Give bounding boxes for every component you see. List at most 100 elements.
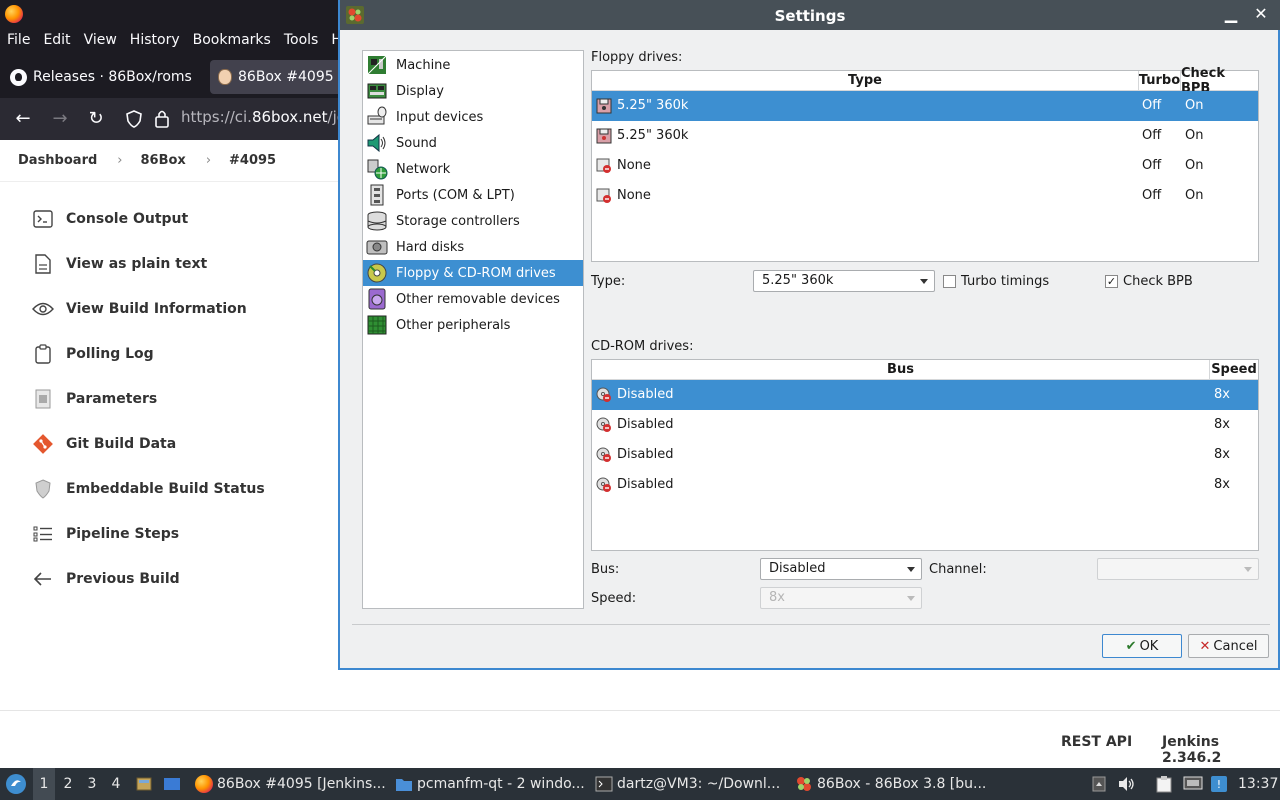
column-header-check-bpb[interactable]: Check BPB — [1181, 66, 1258, 96]
cdrom-channel-select[interactable] — [1097, 558, 1259, 580]
sidebar-item-parameters[interactable]: Parameters — [0, 376, 340, 421]
sidebar-item-console-output[interactable]: Console Output — [0, 196, 340, 241]
workspace-3[interactable]: 3 — [81, 768, 103, 800]
close-icon[interactable]: ✕ — [1250, 3, 1272, 25]
menu-bookmarks[interactable]: Bookmarks — [186, 32, 277, 48]
menu-file[interactable]: File — [0, 32, 36, 48]
column-header-bus[interactable]: Bus — [592, 360, 1210, 380]
cdrom-bus-select[interactable]: Disabled — [760, 558, 922, 580]
workspace-2[interactable]: 2 — [57, 768, 79, 800]
chevron-right-icon: › — [205, 153, 212, 168]
eye-icon — [32, 298, 54, 320]
taskbar: 1 2 3 4 86Box #4095 [Jenkins... pcmanfm-… — [0, 768, 1280, 800]
category-ports[interactable]: Ports (COM & LPT) — [363, 182, 583, 208]
start-menu-icon[interactable] — [5, 768, 27, 800]
task-firefox[interactable]: 86Box #4095 [Jenkins... — [195, 768, 387, 800]
category-machine[interactable]: Machine — [363, 52, 583, 78]
url-bar[interactable]: https://ci.86box.net/jo — [181, 108, 346, 126]
workspace-1[interactable]: 1 — [33, 768, 55, 800]
rest-api-link[interactable]: REST API — [1061, 734, 1132, 750]
sidebar-item-pipeline-steps[interactable]: Pipeline Steps — [0, 511, 340, 556]
breadcrumb-build[interactable]: #4095 — [229, 153, 276, 168]
cdrom-row[interactable]: Disabled 8x — [592, 440, 1258, 470]
floppy-cdrom-icon — [367, 263, 387, 283]
menu-history[interactable]: History — [123, 32, 186, 48]
cdrom-row[interactable]: Disabled 8x — [592, 410, 1258, 440]
lock-icon[interactable] — [154, 109, 170, 128]
breadcrumb-86box[interactable]: 86Box — [141, 153, 186, 168]
cdrom-row[interactable]: Disabled 8x — [592, 470, 1258, 500]
breadcrumb: Dashboard › 86Box › #4095 — [0, 140, 340, 182]
window-list-icon[interactable] — [163, 768, 181, 800]
tab-title: 86Box #4095 [ — [238, 69, 344, 85]
category-hard-disks[interactable]: Hard disks — [363, 234, 583, 260]
sidebar-item-build-information[interactable]: View Build Information — [0, 286, 340, 331]
column-header-turbo[interactable]: Turbo — [1139, 71, 1181, 91]
tab-releases[interactable]: Releases · 86Box/roms — [4, 60, 200, 94]
cdrom-row[interactable]: Disabled 8x — [592, 380, 1258, 410]
category-other-peripherals[interactable]: Other peripherals — [363, 312, 583, 338]
task-86box[interactable]: 86Box - 86Box 3.8 [bu... — [795, 768, 987, 800]
minimize-icon[interactable]: ▁ — [1220, 3, 1242, 25]
sidebar-item-polling-log[interactable]: Polling Log — [0, 331, 340, 376]
category-input-devices[interactable]: Input devices — [363, 104, 583, 130]
check-bpb-checkbox[interactable]: ✓ — [1105, 275, 1118, 288]
cdrom-speed-label: Speed: — [591, 591, 637, 606]
terminal-icon — [595, 776, 613, 792]
floppy-row[interactable]: None Off On — [592, 181, 1258, 211]
tray-menu-icon[interactable] — [1092, 768, 1106, 800]
storage-icon — [367, 211, 387, 231]
svg-text:!: ! — [1217, 778, 1221, 791]
back-arrow-icon[interactable]: ← — [10, 106, 36, 132]
floppy-disabled-icon — [596, 158, 611, 173]
sidebar-item-embeddable-status[interactable]: Embeddable Build Status — [0, 466, 340, 511]
category-sound[interactable]: Sound — [363, 130, 583, 156]
floppy-type-select[interactable]: 5.25" 360k — [753, 270, 935, 292]
floppy-row[interactable]: 5.25" 360k Off On — [592, 91, 1258, 121]
menu-view[interactable]: View — [77, 32, 123, 48]
sidebar-item-previous-build[interactable]: Previous Build — [0, 556, 340, 601]
floppy-drives-label: Floppy drives: — [591, 50, 683, 65]
jenkins-version-link[interactable]: Jenkins 2.346.2 — [1162, 734, 1280, 766]
floppy-row[interactable]: None Off On — [592, 151, 1258, 181]
category-display[interactable]: Display — [363, 78, 583, 104]
parameters-icon — [32, 388, 54, 410]
cancel-button[interactable]: ✕ Cancel — [1188, 634, 1269, 658]
menu-edit[interactable]: Edit — [36, 32, 76, 48]
sidebar-item-git-build-data[interactable]: Git Build Data — [0, 421, 340, 466]
floppy-row[interactable]: 5.25" 360k Off On — [592, 121, 1258, 151]
display-tray-icon[interactable] — [1183, 768, 1203, 800]
show-desktop-icon[interactable] — [136, 768, 152, 800]
column-header-type[interactable]: Type — [592, 71, 1139, 91]
sidebar-item-plain-text[interactable]: View as plain text — [0, 241, 340, 286]
clock[interactable]: 13:37 — [1238, 768, 1278, 800]
menu-tools[interactable]: Tools — [277, 32, 325, 48]
volume-icon[interactable] — [1118, 768, 1136, 800]
task-pcmanfm[interactable]: pcmanfm-qt - 2 windo... — [395, 768, 587, 800]
breadcrumb-dashboard[interactable]: Dashboard — [18, 153, 97, 168]
github-icon — [10, 68, 27, 86]
notification-icon[interactable]: ! — [1210, 768, 1228, 800]
clipboard-icon[interactable] — [1156, 768, 1172, 800]
cdrom-speed-select[interactable]: 8x — [760, 587, 922, 609]
turbo-timings-checkbox[interactable] — [943, 275, 956, 288]
tab-jenkins-build[interactable]: 86Box #4095 [ — [210, 60, 350, 94]
dialog-titlebar[interactable]: Settings ▁ ✕ — [340, 0, 1280, 30]
category-network[interactable]: Network — [363, 156, 583, 182]
workspace-4[interactable]: 4 — [105, 768, 127, 800]
navigation-toolbar: ← → ↻ https://ci.86box.net/jo — [0, 98, 346, 140]
chevron-down-icon — [920, 279, 928, 284]
turbo-timings-label: Turbo timings — [961, 274, 1050, 289]
cdrom-channel-label: Channel: — [929, 562, 987, 577]
task-terminal[interactable]: dartz@VM3: ~/Downl... — [595, 768, 787, 800]
column-header-speed[interactable]: Speed — [1210, 360, 1258, 380]
reload-icon[interactable]: ↻ — [83, 106, 109, 132]
ok-button[interactable]: ✔ OK — [1102, 634, 1182, 658]
machine-icon — [367, 55, 387, 75]
display-icon — [367, 83, 387, 99]
shield-icon[interactable] — [125, 110, 143, 128]
category-other-removable[interactable]: Other removable devices — [363, 286, 583, 312]
category-floppy-cdrom[interactable]: Floppy & CD-ROM drives — [363, 260, 583, 286]
forward-arrow-icon[interactable]: → — [47, 106, 73, 132]
category-storage-controllers[interactable]: Storage controllers — [363, 208, 583, 234]
